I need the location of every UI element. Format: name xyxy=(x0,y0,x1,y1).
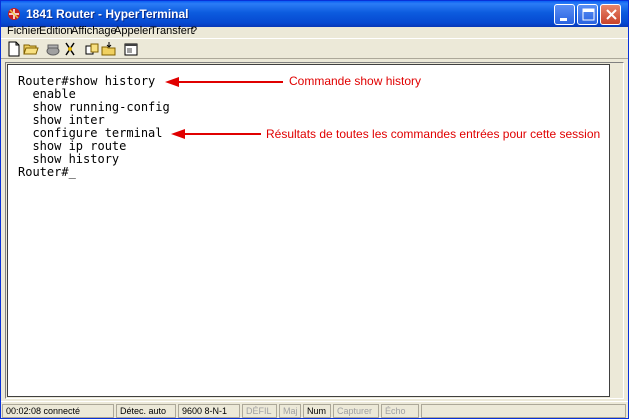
status-echo: Écho xyxy=(381,404,419,418)
maximize-button[interactable] xyxy=(577,4,598,25)
status-params: 9600 8-N-1 xyxy=(178,404,240,418)
status-scroll: DÉFIL xyxy=(242,404,277,418)
toolbar xyxy=(1,38,628,59)
menu-bar: Fichier Edition Affichage Appeler Transf… xyxy=(1,23,628,39)
menu-help[interactable]: ? xyxy=(191,25,197,37)
menu-appeler[interactable]: Appeler xyxy=(114,25,152,37)
receive-icon[interactable] xyxy=(101,41,117,57)
menu-affichage[interactable]: Affichage xyxy=(71,25,117,37)
send-icon[interactable] xyxy=(84,41,100,57)
status-num: Num xyxy=(303,404,331,418)
annotation-results: Résultats de toutes les commandes entrée… xyxy=(266,127,601,141)
new-document-icon[interactable] xyxy=(6,41,22,57)
annotation-arrow-icon xyxy=(171,129,261,139)
disconnect-icon[interactable] xyxy=(62,41,78,57)
phone-icon[interactable] xyxy=(45,41,61,57)
close-button[interactable] xyxy=(600,4,621,25)
menu-edition[interactable]: Edition xyxy=(39,25,73,37)
minimize-button[interactable] xyxy=(554,4,575,25)
hyperterminal-window: 1841 Router - HyperTerminal Fichier Edit… xyxy=(0,0,629,419)
status-connection-time: 00:02:08 connecté xyxy=(2,404,114,418)
status-bar: 00:02:08 connecté Détec. auto 9600 8-N-1… xyxy=(1,401,628,418)
open-folder-icon[interactable] xyxy=(23,41,39,57)
properties-icon[interactable] xyxy=(123,41,139,57)
hyperterminal-app-icon[interactable] xyxy=(6,6,22,22)
menu-fichier[interactable]: Fichier xyxy=(7,25,40,37)
status-detect: Détec. auto xyxy=(116,404,176,418)
status-caps: Maj xyxy=(279,404,301,418)
window-title: 1841 Router - HyperTerminal xyxy=(26,7,189,21)
annotation-show-history: Commande show history xyxy=(289,74,422,88)
menu-transfert[interactable]: Transfert xyxy=(150,25,194,37)
annotation-arrow-icon xyxy=(165,77,283,87)
terminal-prompt: Router#_ xyxy=(18,165,76,179)
status-capture: Capturer xyxy=(333,404,379,418)
vertical-scrollbar[interactable] xyxy=(610,64,622,397)
status-empty xyxy=(421,404,626,418)
